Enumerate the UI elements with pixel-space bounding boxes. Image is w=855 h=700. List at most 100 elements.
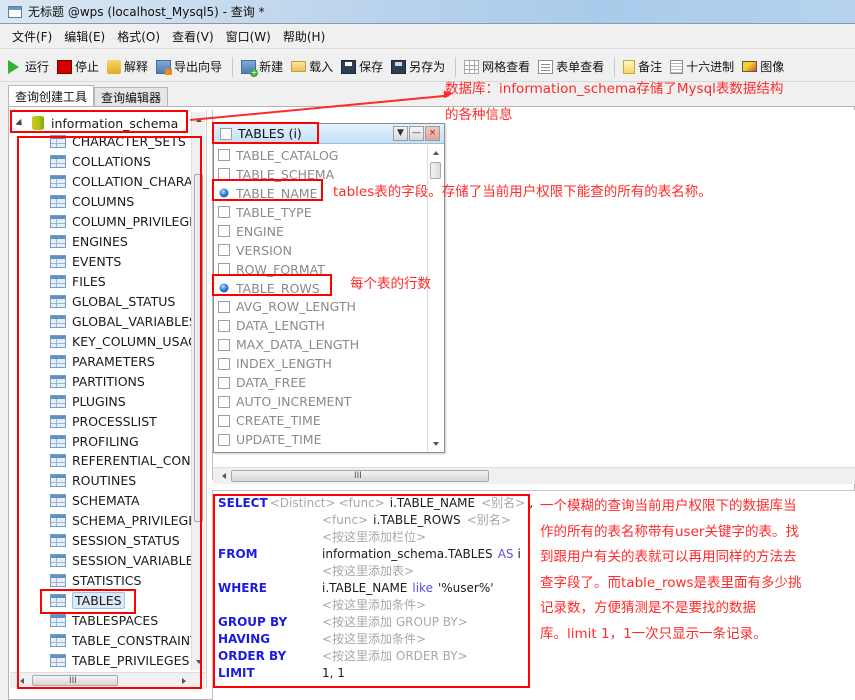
func-placeholder[interactable]: <func> (339, 496, 385, 510)
field-checkbox[interactable] (218, 338, 230, 351)
add-column-placeholder[interactable]: <按这里添加栏位> (322, 528, 426, 545)
menu-help[interactable]: 帮助(H) (277, 28, 331, 45)
field-create-time[interactable]: CREATE_TIME (218, 411, 428, 430)
from-table[interactable]: information_schema.TABLES (322, 547, 493, 561)
where-keyword[interactable]: WHERE (218, 581, 322, 595)
field-checkbox[interactable] (218, 433, 230, 446)
add-group-by-placeholder[interactable]: <按这里添加 GROUP BY> (322, 613, 468, 630)
alias-placeholder[interactable]: <别名> (467, 511, 511, 528)
select-column-2[interactable]: i.TABLE_ROWS (373, 513, 461, 527)
dropdown-icon[interactable]: ▼ (393, 126, 408, 141)
tab-query-builder[interactable]: 查询创建工具 (8, 85, 95, 107)
tree-item-key-column-usage[interactable]: KEY_COLUMN_USAGE (50, 331, 200, 351)
form-view-button[interactable]: 表单查看 (538, 58, 604, 75)
tree-item-statistics[interactable]: STATISTICS (50, 571, 200, 591)
func-placeholder[interactable]: <func> (322, 513, 368, 527)
add-order-by-placeholder[interactable]: <按这里添加 ORDER BY> (322, 647, 468, 664)
tree-root-database[interactable]: information_schema (15, 114, 178, 132)
tree-vertical-scrollbar[interactable] (191, 112, 205, 670)
tree-item-session-variables[interactable]: SESSION_VARIABLES (50, 551, 200, 571)
image-button[interactable]: 图像 (742, 58, 784, 75)
where-value[interactable]: '%user%' (438, 581, 494, 595)
limit-keyword[interactable]: LIMIT (218, 666, 322, 680)
tree-item-tablespaces[interactable]: TABLESPACES (50, 611, 200, 631)
distinct-placeholder[interactable]: <Distinct> (270, 496, 336, 510)
export-wizard-button[interactable]: 导出向导 (156, 58, 222, 75)
tree-hscroll-thumb[interactable]: III (32, 675, 118, 686)
tree-item-processlist[interactable]: PROCESSLIST (50, 411, 200, 431)
canvas-scroll-left-arrow-icon[interactable] (222, 473, 226, 479)
field-data-free[interactable]: DATA_FREE (218, 373, 428, 392)
canvas-horizontal-scrollbar[interactable]: III (213, 467, 855, 484)
save-button[interactable]: 保存 (341, 58, 383, 75)
tree-item-column-privileges[interactable]: COLUMN_PRIVILEGES (50, 212, 200, 232)
tree-item-schema-privileges[interactable]: SCHEMA_PRIVILEGES (50, 511, 200, 531)
expand-arrow-icon[interactable] (15, 118, 25, 128)
select-column-1[interactable]: i.TABLE_NAME (390, 496, 475, 510)
close-icon[interactable]: × (425, 126, 440, 141)
checked-field-icon[interactable] (219, 188, 229, 198)
alias-placeholder[interactable]: <别名> (481, 494, 525, 511)
scroll-down-arrow-icon[interactable] (196, 660, 202, 664)
save-as-button[interactable]: 另存为 (391, 58, 445, 75)
field-avg-row-length[interactable]: AVG_ROW_LENGTH (218, 298, 428, 317)
tab-query-editor[interactable]: 查询编辑器 (94, 87, 169, 107)
field-version[interactable]: VERSION (218, 241, 428, 260)
having-keyword[interactable]: HAVING (218, 632, 322, 646)
field-checkbox[interactable] (218, 225, 230, 238)
tree-item-table-privileges[interactable]: TABLE_PRIVILEGES (50, 650, 200, 670)
checked-field-icon[interactable] (219, 283, 229, 293)
field-checkbox[interactable] (218, 414, 230, 427)
field-update-time[interactable]: UPDATE_TIME (218, 430, 428, 449)
run-button[interactable]: 运行 (8, 58, 49, 75)
add-condition-placeholder[interactable]: <按这里添加条件> (322, 596, 426, 613)
stop-button[interactable]: 停止 (57, 58, 99, 75)
order-by-keyword[interactable]: ORDER BY (218, 649, 322, 663)
new-button[interactable]: 新建 (241, 58, 283, 77)
tree-scroll-thumb[interactable] (194, 174, 203, 522)
tree-item-session-status[interactable]: SESSION_STATUS (50, 531, 200, 551)
field-checkbox[interactable] (218, 300, 230, 313)
scroll-left-arrow-icon[interactable] (20, 678, 24, 684)
tree-item-character-sets[interactable]: CHARACTER_SETS (50, 132, 200, 152)
menu-edit[interactable]: 编辑(E) (58, 28, 111, 45)
where-column[interactable]: i.TABLE_NAME (322, 581, 407, 595)
tree-item-routines[interactable]: ROUTINES (50, 471, 200, 491)
tree-item-schemata[interactable]: SCHEMATA (50, 491, 200, 511)
limit-value[interactable]: 1, 1 (322, 666, 345, 680)
field-checkbox[interactable] (218, 206, 230, 219)
field-checkbox[interactable] (218, 149, 230, 162)
menu-view[interactable]: 查看(V) (166, 28, 220, 45)
tree-item-tables[interactable]: TABLES (50, 591, 200, 611)
tree-horizontal-scrollbar[interactable]: III (10, 672, 205, 688)
field-scroll-thumb[interactable] (430, 162, 441, 179)
grid-view-button[interactable]: 网格查看 (464, 58, 530, 75)
tree-item-engines[interactable]: ENGINES (50, 232, 200, 252)
field-data-length[interactable]: DATA_LENGTH (218, 316, 428, 335)
menu-file[interactable]: 文件(F) (6, 28, 58, 45)
tree-item-events[interactable]: EVENTS (50, 252, 200, 272)
field-max-data-length[interactable]: MAX_DATA_LENGTH (218, 335, 428, 354)
field-table-schema[interactable]: TABLE_SCHEMA (218, 165, 428, 184)
tree-item-table-constraints[interactable]: TABLE_CONSTRAINTS (50, 630, 200, 650)
table-widget-header[interactable]: TABLES (i) ▼ — × (214, 124, 444, 144)
group-by-keyword[interactable]: GROUP BY (218, 615, 322, 629)
tree-item-global-variables[interactable]: GLOBAL_VARIABLES (50, 311, 200, 331)
tree-item-profiling[interactable]: PROFILING (50, 431, 200, 451)
menu-window[interactable]: 窗口(W) (220, 28, 277, 45)
menu-format[interactable]: 格式(O) (111, 28, 166, 45)
scroll-right-arrow-icon[interactable] (182, 678, 186, 684)
field-checkbox[interactable] (218, 395, 230, 408)
field-checkbox[interactable] (218, 357, 230, 370)
tree-item-plugins[interactable]: PLUGINS (50, 391, 200, 411)
field-index-length[interactable]: INDEX_LENGTH (218, 354, 428, 373)
select-all-checkbox[interactable] (220, 127, 232, 140)
field-engine[interactable]: ENGINE (218, 222, 428, 241)
field-checkbox[interactable] (218, 244, 230, 257)
canvas-hscroll-thumb[interactable]: III (231, 470, 489, 482)
field-auto-increment[interactable]: AUTO_INCREMENT (218, 392, 428, 411)
tree-item-collation-character-set-applicability[interactable]: COLLATION_CHARACTER_SET_APPLICABILITY (50, 172, 200, 192)
tree-item-files[interactable]: FILES (50, 272, 200, 292)
tree-item-collations[interactable]: COLLATIONS (50, 152, 200, 172)
field-checkbox[interactable] (218, 376, 230, 389)
